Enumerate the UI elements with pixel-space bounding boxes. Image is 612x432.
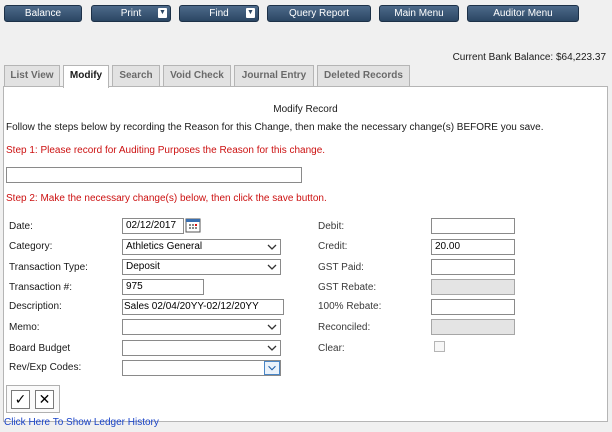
tab-modify[interactable]: Modify [63, 65, 109, 88]
query-report-button-label: Query Report [288, 8, 350, 19]
transaction-type-select[interactable]: Deposit [122, 259, 281, 275]
main-menu-button[interactable]: Main Menu [379, 5, 459, 22]
current-bank-balance: Current Bank Balance: $64,223.37 [452, 52, 606, 63]
tab-list-view[interactable]: List View [4, 65, 60, 87]
balance-button[interactable]: Balance [4, 5, 82, 22]
save-button[interactable]: ✓ [11, 390, 30, 409]
modify-record-panel [3, 86, 608, 422]
caret-down-icon: ▼ [158, 8, 167, 18]
show-ledger-history-link[interactable]: Click Here To Show Ledger History [4, 417, 159, 428]
chevron-down-icon [267, 345, 277, 351]
cancel-button[interactable]: ✕ [35, 390, 54, 409]
auditor-menu-button-label: Auditor Menu [493, 8, 553, 19]
rebate-100-field[interactable] [431, 299, 515, 315]
main-menu-button-label: Main Menu [394, 8, 444, 19]
reconciled-field [431, 319, 515, 335]
find-button[interactable]: Find ▼ [179, 5, 259, 22]
clear-label: Clear: [318, 343, 345, 354]
date-field[interactable]: 02/12/2017 [122, 218, 184, 234]
auditor-menu-button[interactable]: Auditor Menu [467, 5, 579, 22]
chevron-down-icon [267, 244, 277, 250]
transaction-number-field[interactable]: 975 [122, 279, 204, 295]
rev-exp-codes-select[interactable] [122, 360, 281, 376]
gst-rebate-field [431, 279, 515, 295]
step2-text: Step 2: Make the necessary change(s) bel… [6, 193, 327, 204]
chevron-down-icon [264, 361, 280, 375]
tab-deleted-records[interactable]: Deleted Records [317, 65, 410, 87]
find-button-label: Find [209, 8, 229, 19]
description-label: Description: [9, 301, 62, 312]
category-label: Category: [9, 241, 53, 252]
tab-void-check[interactable]: Void Check [163, 65, 231, 87]
gst-paid-field[interactable] [431, 259, 515, 275]
chevron-down-icon [267, 264, 277, 270]
board-budget-select[interactable] [122, 340, 281, 356]
reason-input[interactable] [6, 167, 302, 183]
chevron-down-icon [267, 324, 277, 330]
rev-exp-codes-label: Rev/Exp Codes: [9, 362, 82, 373]
category-select[interactable]: Athletics General [122, 239, 281, 255]
gst-rebate-label: GST Rebate: [318, 282, 377, 293]
panel-title: Modify Record [273, 104, 338, 115]
print-button[interactable]: Print ▼ [91, 5, 171, 22]
clear-checkbox[interactable] [434, 341, 445, 352]
transaction-number-label: Transaction #: [9, 282, 72, 293]
credit-field[interactable]: 20.00 [431, 239, 515, 255]
date-label: Date: [9, 221, 33, 232]
memo-label: Memo: [9, 322, 40, 333]
credit-label: Credit: [318, 241, 348, 252]
description-field[interactable]: Sales 02/04/20YY-02/12/20YY [122, 299, 284, 315]
top-toolbar: Balance Print ▼ Find ▼ Query Report Main… [0, 0, 612, 26]
debit-label: Debit: [318, 221, 345, 232]
tab-journal-entry[interactable]: Journal Entry [234, 65, 314, 87]
action-button-group: ✓ ✕ [6, 385, 60, 413]
memo-select[interactable] [122, 319, 281, 335]
gst-paid-label: GST Paid: [318, 262, 364, 273]
transaction-type-label: Transaction Type: [9, 262, 88, 273]
debit-field[interactable] [431, 218, 515, 234]
calendar-icon[interactable] [185, 218, 201, 233]
instructions-text: Follow the steps below by recording the … [6, 122, 544, 133]
transaction-type-value: Deposit [126, 261, 160, 272]
print-button-label: Print [120, 8, 142, 19]
tab-search[interactable]: Search [112, 65, 160, 87]
board-budget-label: Board Budget [9, 343, 71, 354]
caret-down-icon: ▼ [246, 8, 255, 18]
balance-button-label: Balance [24, 8, 62, 19]
query-report-button[interactable]: Query Report [267, 5, 371, 22]
rebate-100-label: 100% Rebate: [318, 301, 382, 312]
step1-text: Step 1: Please record for Auditing Purpo… [6, 145, 326, 156]
category-value: Athletics General [126, 241, 203, 252]
reconciled-label: Reconciled: [318, 322, 371, 333]
